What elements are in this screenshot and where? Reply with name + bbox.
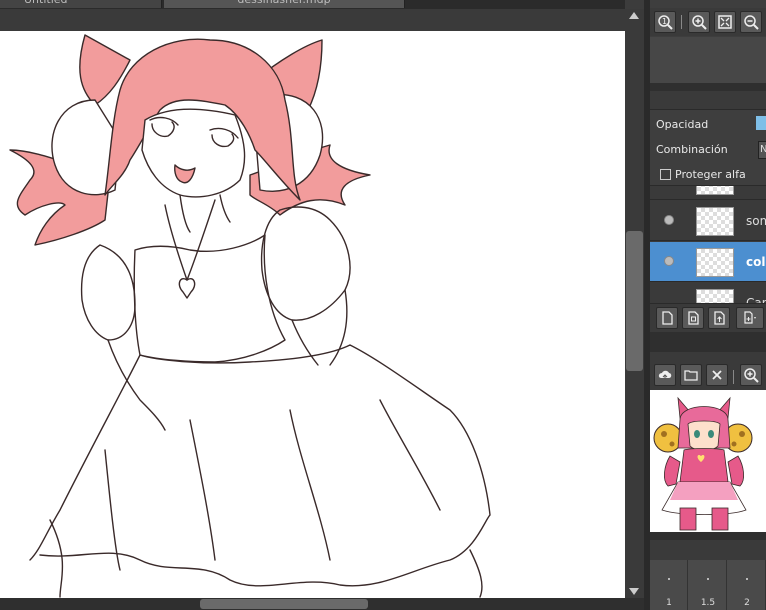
- navigator-toolbar: 1: [650, 8, 766, 36]
- zoom-in-icon[interactable]: [688, 11, 710, 33]
- opacity-label: Opacidad: [656, 118, 709, 131]
- new-layer-icon[interactable]: [656, 307, 678, 329]
- reference-toolbar: [650, 362, 766, 390]
- brush-size-label: 1: [666, 598, 672, 608]
- layer-thumbnail: [696, 248, 734, 277]
- blend-label: Combinación: [656, 143, 728, 156]
- opacity-slider[interactable]: [756, 116, 766, 130]
- document-tabs: Untitled dessinasher.mdp: [0, 0, 625, 9]
- layer-row-som[interactable]: som: [650, 201, 766, 241]
- protect-alpha-label: Proteger alfa: [675, 168, 746, 181]
- brush-size-label: 1.5: [700, 598, 716, 608]
- brush-size-panel: 1 1.5 2: [650, 560, 766, 610]
- tab-dessinasher[interactable]: dessinasher.mdp: [164, 0, 405, 8]
- scroll-up-icon[interactable]: [629, 12, 639, 19]
- neck: [179, 194, 231, 233]
- scroll-down-icon[interactable]: [629, 588, 639, 595]
- right-arm: [291, 289, 348, 366]
- artwork: [9, 34, 491, 598]
- heart-pendant: [178, 278, 196, 299]
- open-folder-icon[interactable]: [680, 364, 702, 386]
- zoom-in-icon[interactable]: [740, 364, 762, 386]
- zoom-out-icon[interactable]: [740, 11, 762, 33]
- right-sleeve: [260, 206, 351, 321]
- brush-dot: [668, 578, 670, 580]
- reference-character-art: [653, 396, 753, 531]
- vertical-scrollbar[interactable]: [625, 9, 644, 598]
- brush-size-label: 2: [744, 598, 750, 608]
- drawing-canvas[interactable]: [0, 31, 625, 598]
- layer-toolbar: [650, 303, 766, 332]
- left-sleeve: [80, 244, 136, 341]
- navigator-body: [650, 37, 766, 83]
- visibility-eye-icon[interactable]: [664, 215, 674, 225]
- brush-size-2[interactable]: 2: [728, 560, 766, 610]
- upload-cloud-icon[interactable]: [654, 364, 676, 386]
- panel-divider: [650, 532, 766, 540]
- layer-row[interactable]: [650, 186, 766, 200]
- protect-alpha-checkbox[interactable]: [660, 169, 671, 180]
- layer-panel-header: [650, 91, 766, 110]
- horizontal-scrollbar[interactable]: [0, 598, 644, 610]
- horizontal-scroll-thumb[interactable]: [200, 599, 368, 609]
- panel-divider: [650, 332, 766, 352]
- left-arm: [107, 339, 166, 431]
- brush-dot: [707, 578, 709, 580]
- layer-row-color[interactable]: color: [650, 242, 766, 282]
- panel-divider: [650, 83, 766, 91]
- layer-name: color: [746, 255, 766, 269]
- layer-thumbnail: [696, 289, 734, 304]
- duplicate-layer-icon[interactable]: [682, 307, 704, 329]
- brush-dot: [746, 578, 748, 580]
- skirt: [29, 344, 491, 587]
- tab-untitled[interactable]: Untitled: [0, 0, 162, 8]
- reference-panel-header: [650, 352, 766, 362]
- face: [141, 108, 246, 198]
- vertical-scroll-thumb[interactable]: [626, 231, 643, 371]
- brush-size-1-5[interactable]: 1.5: [689, 560, 727, 610]
- necklace: [164, 199, 216, 281]
- layer-thumbnail: [696, 186, 734, 195]
- bodice: [133, 234, 286, 363]
- visibility-eye-icon[interactable]: [664, 256, 674, 266]
- brush-size-1[interactable]: 1: [650, 560, 688, 610]
- canvas-top-gap: [0, 9, 625, 31]
- merge-layer-icon[interactable]: [708, 307, 730, 329]
- toolbar-separator: [681, 15, 682, 29]
- layer-row-capa[interactable]: Capa: [650, 283, 766, 304]
- svg-text:1: 1: [662, 17, 667, 26]
- brush-size-header: [650, 540, 766, 561]
- fit-window-icon[interactable]: [714, 11, 736, 33]
- close-icon[interactable]: [706, 364, 728, 386]
- layer-thumbnail: [696, 207, 734, 236]
- right-panel: 1 Opacidad Combinación N Proteger alfa s…: [650, 0, 766, 610]
- add-layer-menu-icon[interactable]: [736, 307, 764, 329]
- toolbar-separator: [733, 370, 734, 384]
- reference-image: [650, 390, 766, 532]
- zoom-fit-icon[interactable]: 1: [654, 11, 676, 33]
- layer-list: som color Capa: [650, 185, 766, 304]
- blend-mode-select[interactable]: N: [758, 141, 766, 159]
- layer-name: som: [746, 214, 766, 228]
